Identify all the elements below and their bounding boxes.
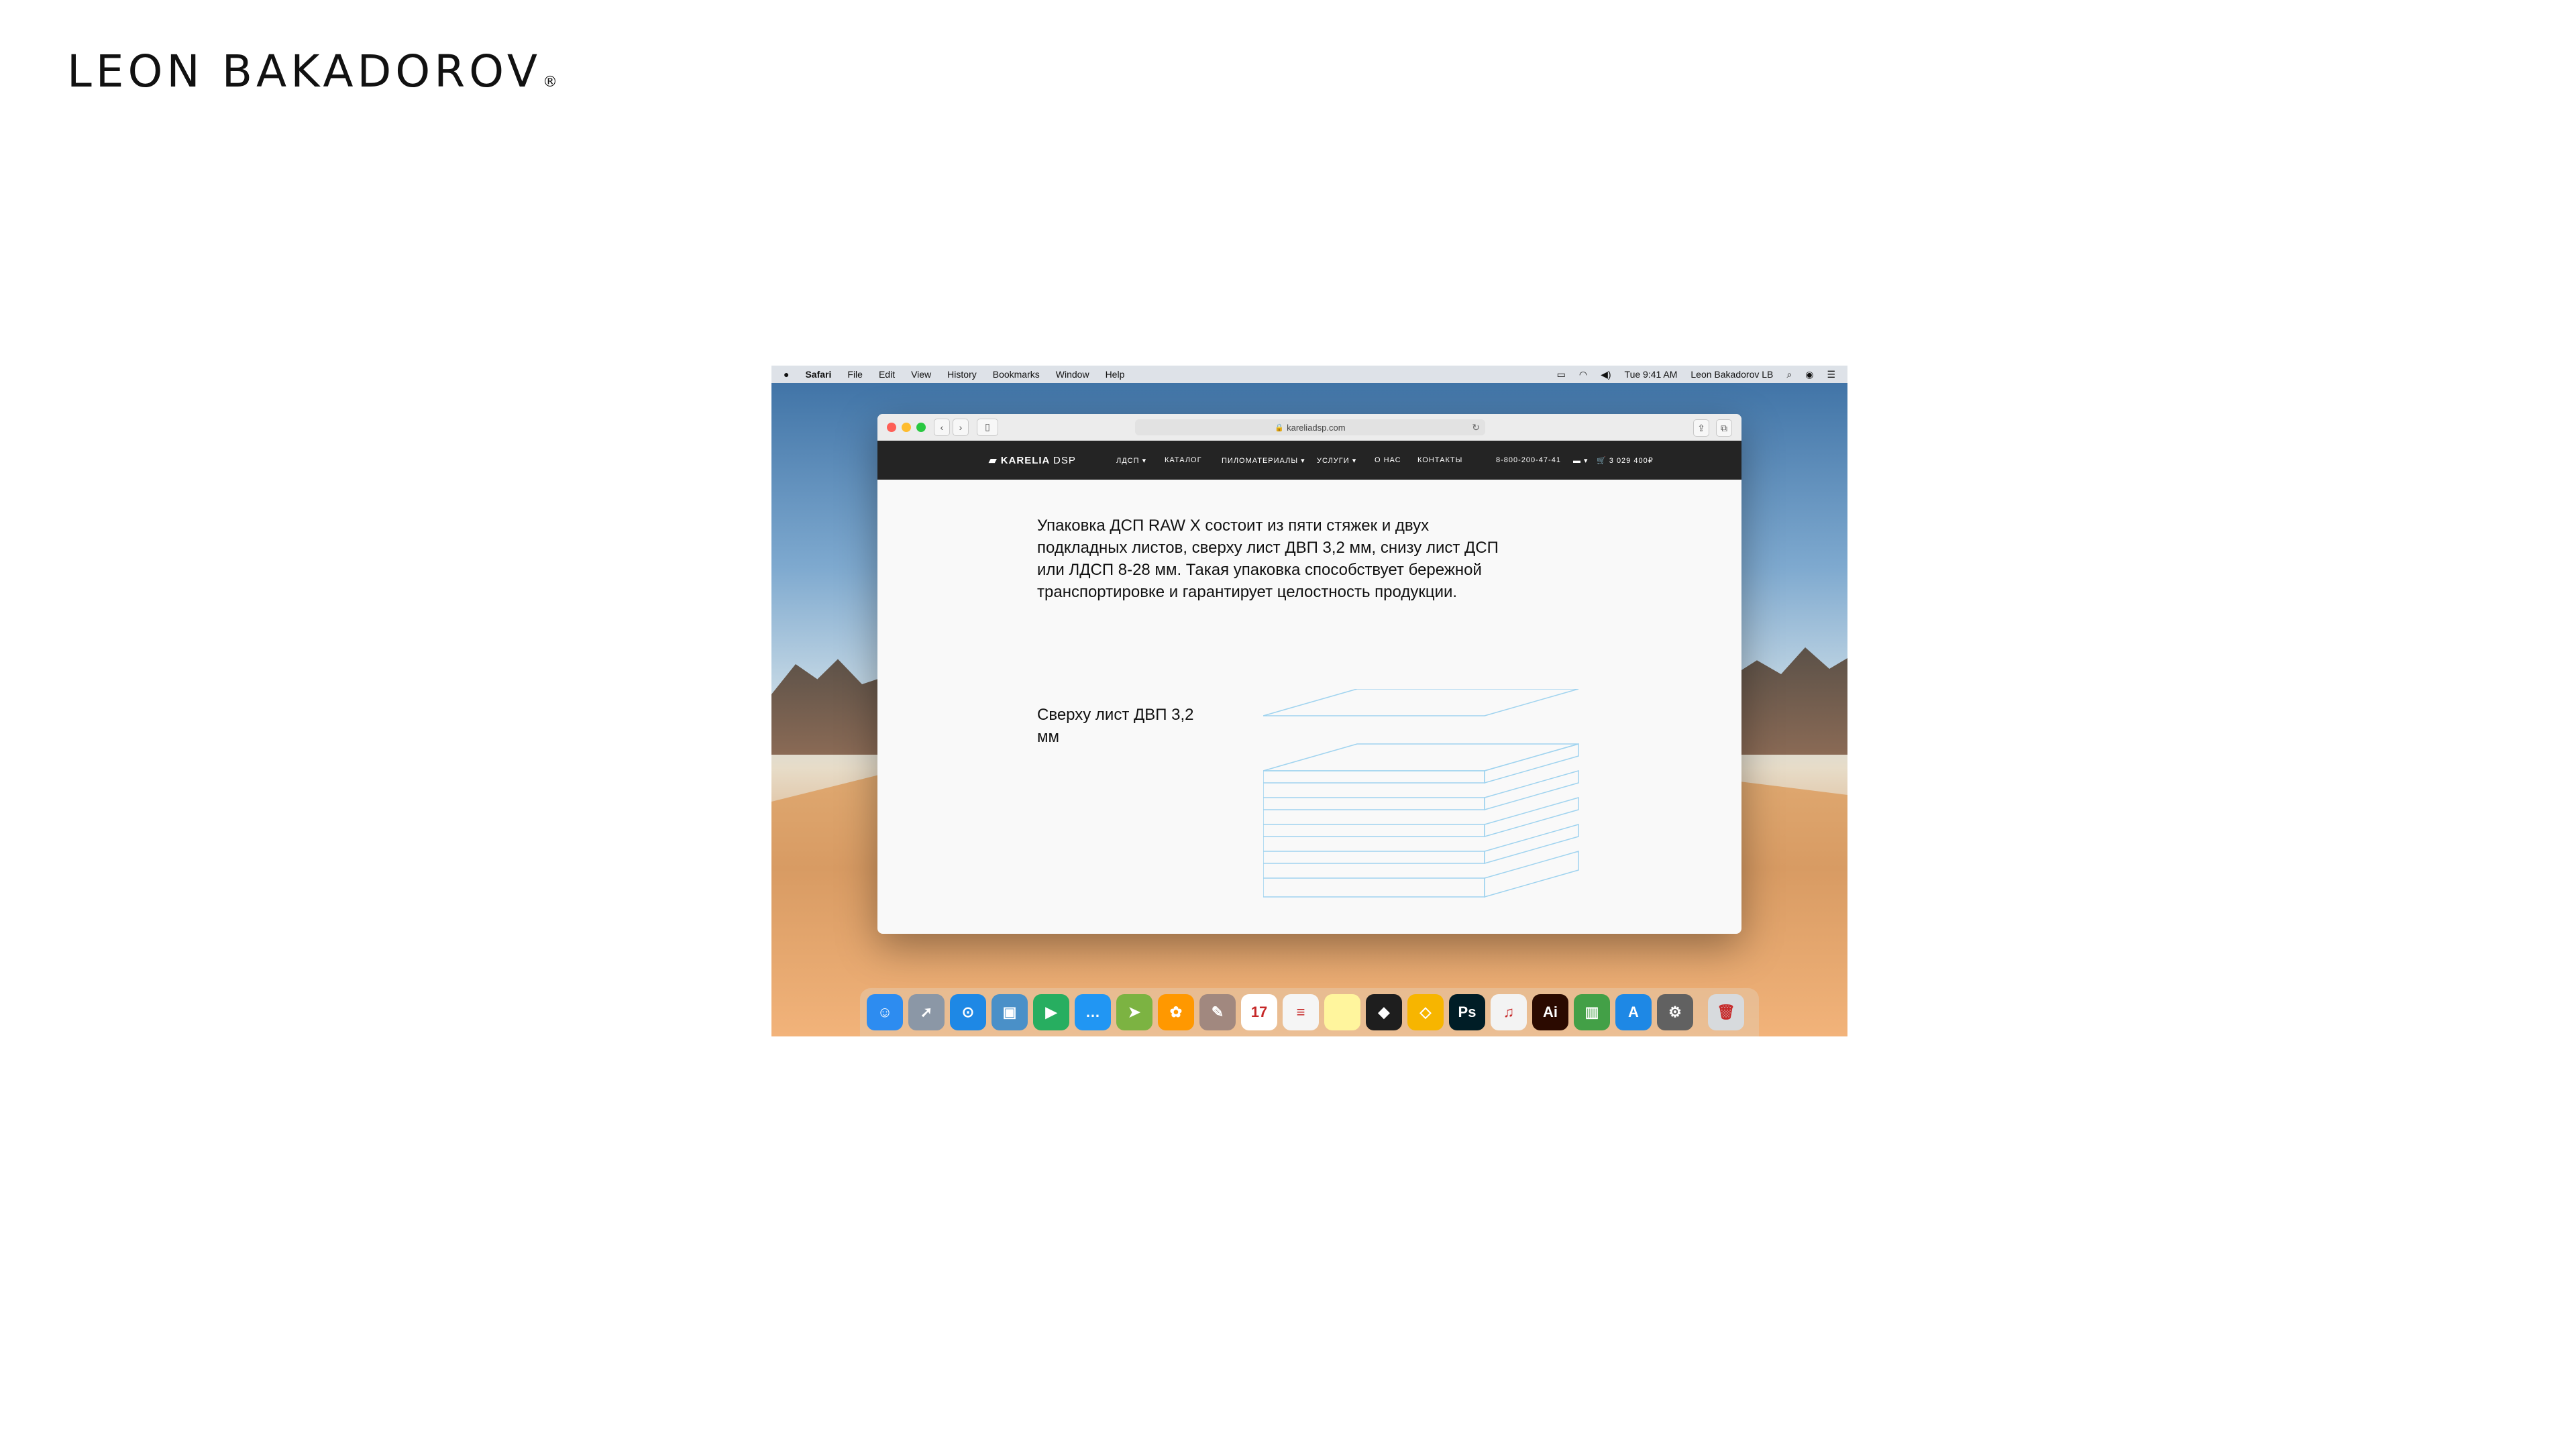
dock-photoshop-icon[interactable]: Ps: [1449, 994, 1485, 1030]
address-bar[interactable]: 🔒 kareliadsp.com ↻: [1135, 419, 1485, 435]
menu-view[interactable]: View: [911, 369, 931, 380]
dock-app-store-icon[interactable]: A: [1615, 994, 1652, 1030]
dock-finder-icon[interactable]: ☺: [867, 994, 903, 1030]
brand-registered-mark: ®: [543, 74, 558, 91]
board-layer-2: [1263, 770, 1579, 810]
notification-center-icon[interactable]: ☰: [1827, 369, 1835, 380]
menu-bookmarks[interactable]: Bookmarks: [993, 369, 1040, 380]
share-icon[interactable]: ⇪: [1693, 419, 1709, 437]
site-logo-main: KARELIA: [1000, 455, 1050, 466]
dock: ☺ ➚ ⊙ ▣ ▶… ➤ ✿ ✎ 17 ≡ ◆ ◇ Ps ♫ Ai ▥ A ⚙ 🗑: [860, 988, 1759, 1036]
back-button[interactable]: ‹: [934, 418, 950, 436]
nav-ldsp[interactable]: ЛДСП ▾: [1116, 456, 1146, 465]
nav-lumber[interactable]: ПИЛОМАТЕРИАЛЫ ▾: [1222, 456, 1305, 465]
menu-bar: ● Safari File Edit View History Bookmark…: [771, 366, 1847, 383]
bear-icon: ▰: [989, 455, 998, 466]
site-logo[interactable]: ▰ KARELIA DSP: [989, 454, 1076, 466]
board-layer-1: [1263, 743, 1579, 784]
dock-itunes-icon[interactable]: ♫: [1491, 994, 1527, 1030]
brand-name: LEON BAKADOROV: [67, 46, 542, 97]
site-phone[interactable]: 8-800-200-47-41: [1496, 456, 1561, 464]
dock-calendar-icon[interactable]: 17: [1241, 994, 1277, 1030]
menu-app-name[interactable]: Safari: [805, 369, 831, 380]
brand-logo: LEON BAKADOROV®: [67, 46, 557, 97]
dock-maps-icon[interactable]: ➤: [1116, 994, 1152, 1030]
spotlight-icon[interactable]: ⌕: [1786, 369, 1792, 380]
dock-trash-icon[interactable]: 🗑: [1708, 994, 1744, 1030]
apple-icon[interactable]: ●: [784, 369, 789, 380]
lock-icon: 🔒: [1275, 423, 1285, 432]
wifi-icon[interactable]: ◠: [1579, 369, 1587, 380]
site-navbar: ▰ KARELIA DSP ЛДСП ▾ КАТАЛОГ ПИЛОМАТЕРИА…: [877, 441, 1741, 480]
cart-icon: 🛒: [1597, 457, 1607, 465]
dock-stickies-icon[interactable]: [1324, 994, 1360, 1030]
dock-preview-icon[interactable]: ▣: [991, 994, 1028, 1030]
airplay-icon[interactable]: ▭: [1557, 369, 1566, 380]
nav-services[interactable]: УСЛУГИ ▾: [1317, 456, 1356, 465]
dock-photos-icon[interactable]: ✿: [1158, 994, 1194, 1030]
dock-system-preferences-icon[interactable]: ⚙: [1657, 994, 1693, 1030]
packaging-stack-illustration: [1263, 689, 1579, 898]
window-titlebar: ‹ › ▯ 🔒 kareliadsp.com ↻ ⇪ ⧉: [877, 414, 1741, 441]
menu-window[interactable]: Window: [1056, 369, 1089, 380]
reload-icon[interactable]: ↻: [1472, 422, 1480, 433]
nav-contacts[interactable]: КОНТАКТЫ: [1417, 456, 1462, 464]
sidebar-toggle-icon[interactable]: ▯: [977, 418, 998, 436]
safari-window: ‹ › ▯ 🔒 kareliadsp.com ↻ ⇪ ⧉ ▰ KARELIA D…: [877, 414, 1741, 934]
dock-notes-icon[interactable]: ✎: [1199, 994, 1236, 1030]
packaging-description: Упаковка ДСП RAW X состоит из пяти стяже…: [1037, 517, 1499, 601]
language-flag-icon[interactable]: ▬ ▾: [1573, 456, 1589, 465]
dock-facetime-icon[interactable]: ▶: [1033, 994, 1069, 1030]
close-window-button[interactable]: [887, 422, 896, 432]
dock-numbers-icon[interactable]: ▥: [1574, 994, 1610, 1030]
tabs-overview-icon[interactable]: ⧉: [1716, 419, 1732, 437]
dock-launchpad-icon[interactable]: ➚: [908, 994, 945, 1030]
volume-icon[interactable]: ◀): [1601, 369, 1611, 380]
nav-about[interactable]: О НАС: [1375, 456, 1401, 464]
board-layer-4: [1263, 824, 1579, 864]
dock-figma-icon[interactable]: ◆: [1366, 994, 1402, 1030]
menu-file[interactable]: File: [847, 369, 863, 380]
wallpaper-mountain-right: [1727, 647, 1847, 755]
menu-user[interactable]: Leon Bakadorov LB: [1690, 369, 1773, 380]
menu-help[interactable]: Help: [1106, 369, 1125, 380]
dock-illustrator-icon[interactable]: Ai: [1532, 994, 1568, 1030]
menu-edit[interactable]: Edit: [879, 369, 895, 380]
menu-history[interactable]: History: [947, 369, 977, 380]
forward-button[interactable]: ›: [953, 418, 969, 436]
dock-messages-icon[interactable]: …: [1075, 994, 1111, 1030]
site-logo-sub: DSP: [1053, 455, 1076, 466]
desktop: ● Safari File Edit View History Bookmark…: [771, 366, 1847, 1036]
url-text: kareliadsp.com: [1287, 422, 1346, 433]
board-layer-5: [1263, 851, 1579, 898]
nav-catalog[interactable]: КАТАЛОГ: [1165, 456, 1202, 464]
cart-total: 3 029 400₽: [1609, 457, 1654, 465]
wallpaper-mountain-left: [771, 659, 892, 755]
zoom-window-button[interactable]: [916, 422, 926, 432]
siri-icon[interactable]: ◉: [1805, 369, 1813, 380]
board-layer-3: [1263, 797, 1579, 837]
dock-safari-icon[interactable]: ⊙: [950, 994, 986, 1030]
site-cart[interactable]: 🛒 3 029 400₽: [1597, 456, 1654, 465]
dock-reminders-icon[interactable]: ≡: [1283, 994, 1319, 1030]
dock-sketch-icon[interactable]: ◇: [1407, 994, 1444, 1030]
top-sheet-caption: Сверху лист ДВП 3,2 мм: [1037, 706, 1194, 746]
minimize-window-button[interactable]: [902, 422, 911, 432]
top-hardboard-sheet: [1263, 689, 1579, 716]
menu-clock[interactable]: Tue 9:41 AM: [1625, 369, 1678, 380]
